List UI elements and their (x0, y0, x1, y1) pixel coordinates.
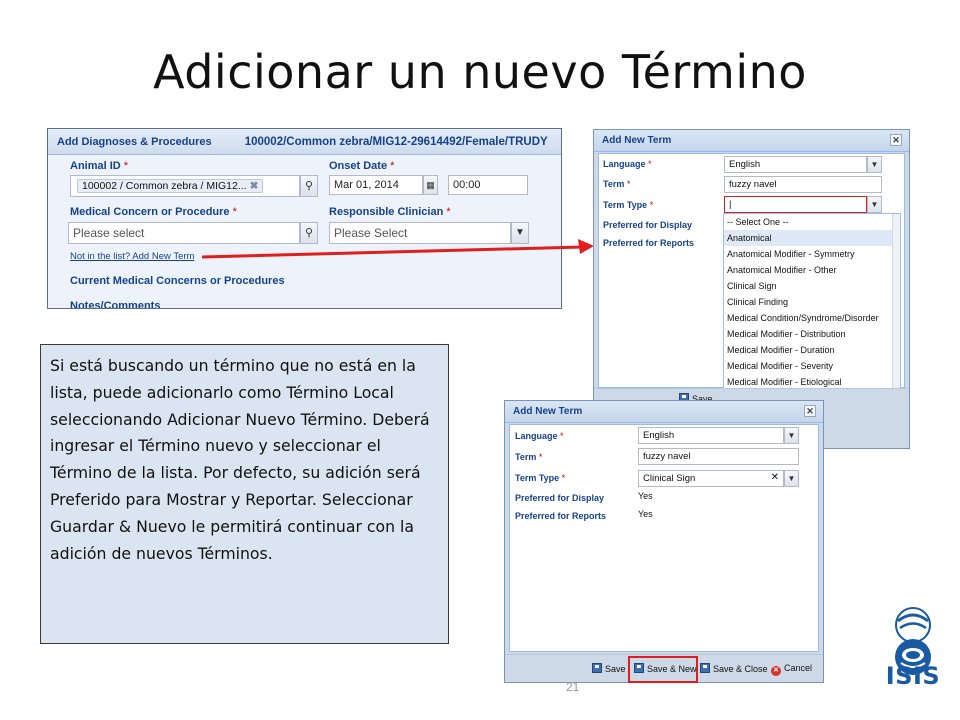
term-input[interactable]: fuzzy navel (638, 448, 799, 465)
term-label: Term * (603, 179, 631, 189)
onset-time-field[interactable]: 00:00 (448, 175, 528, 195)
dropdown-option[interactable]: Anatomical Modifier - Other (724, 262, 900, 278)
save-close-button[interactable]: Save & Close (700, 663, 768, 674)
animal-id-label: Animal ID * (70, 160, 129, 172)
save-icon (592, 663, 602, 673)
instruction-text: Si está buscando un término que no está … (40, 344, 449, 644)
logo-text: ISIS (885, 662, 941, 690)
term-type-select[interactable]: Clinical Sign ✕ (638, 470, 784, 487)
add-new-term-window-filled: Add New Term ✕ Language * English ▼ Term… (504, 400, 824, 683)
window-header: Add New Term ✕ (505, 401, 823, 423)
panel-title: Add Diagnoses & Procedures (57, 136, 212, 148)
language-label: Language * (515, 431, 564, 441)
cancel-icon: ✕ (771, 666, 781, 676)
scrollbar[interactable] (892, 214, 900, 398)
clear-icon[interactable]: ✕ (771, 472, 779, 483)
window-body: Language * English ▼ Term * fuzzy navel … (509, 424, 819, 652)
preferred-reports-label: Preferred for Reports (515, 511, 607, 521)
window-footer: Save Save & New Save & Close ✕ Cancel (505, 654, 823, 683)
chevron-down-icon[interactable]: ▼ (867, 196, 882, 213)
window-title: Add New Term (513, 406, 583, 417)
save-new-highlight (628, 656, 698, 683)
chevron-down-icon[interactable]: ▼ (784, 470, 799, 487)
notes-label: Notes/Comments (70, 300, 161, 309)
dropdown-option[interactable]: Anatomical (724, 230, 900, 246)
add-new-term-link[interactable]: Not in the list? Add New Term (70, 251, 194, 262)
window-title: Add New Term (602, 135, 672, 146)
term-type-dropdown: -- Select One -- Anatomical Anatomical Mod… (723, 213, 901, 399)
dropdown-option[interactable]: Anatomical Modifier - Symmetry (724, 246, 900, 262)
arrow-icon (201, 239, 594, 259)
animal-summary: 100002/Common zebra/MIG12-29614492/Femal… (244, 136, 548, 148)
dropdown-option[interactable]: Medical Condition/Syndrome/Disorder (724, 310, 900, 326)
calendar-icon[interactable]: ▦ (423, 175, 438, 195)
onset-date-field[interactable]: Mar 01, 2014 (329, 175, 423, 195)
language-select[interactable]: English (638, 427, 784, 444)
preferred-display-label: Preferred for Display (603, 220, 693, 230)
preferred-display-label: Preferred for Display (515, 493, 605, 503)
current-concerns-label: Current Medical Concerns or Procedures (70, 275, 285, 287)
cancel-button[interactable]: ✕ Cancel (771, 663, 812, 676)
dropdown-option[interactable]: Medical Modifier - Distribution (724, 326, 900, 342)
language-label: Language * (603, 159, 652, 169)
term-input[interactable]: fuzzy navel (724, 176, 882, 193)
animal-id-field[interactable]: 100002 / Common zebra / MIG12... ✖ (70, 175, 300, 197)
chevron-down-icon[interactable]: ▼ (867, 156, 882, 173)
window-header: Add New Term ✕ (594, 130, 909, 152)
term-type-label: Term Type * (515, 473, 566, 483)
remove-chip-icon[interactable]: ✖ (250, 180, 259, 192)
preferred-reports-label: Preferred for Reports (603, 238, 695, 248)
preferred-reports-value: Yes (638, 509, 653, 519)
search-icon[interactable]: ⚲ (300, 175, 318, 197)
dropdown-option[interactable]: Clinical Finding (724, 294, 900, 310)
save-button[interactable]: Save (592, 663, 626, 674)
animal-chip: 100002 / Common zebra / MIG12... ✖ (77, 179, 264, 193)
close-icon[interactable]: ✕ (890, 134, 902, 146)
onset-date-label: Onset Date * (329, 160, 395, 172)
term-label: Term * (515, 452, 543, 462)
term-type-select[interactable]: | (724, 196, 867, 213)
close-icon[interactable]: ✕ (804, 405, 816, 417)
add-diagnoses-panel: Add Diagnoses & Procedures 100002/Common… (47, 128, 562, 309)
term-type-label: Term Type * (603, 200, 654, 210)
dropdown-option[interactable]: Medical Modifier - Duration (724, 342, 900, 358)
clinician-label: Responsible Clinician * (329, 206, 451, 218)
concern-label: Medical Concern or Procedure * (70, 206, 237, 218)
save-icon (700, 663, 710, 673)
slide-title: Adicionar un nuevo Término (153, 45, 807, 99)
panel-header: Add Diagnoses & Procedures 100002/Common… (48, 129, 561, 155)
preferred-display-value: Yes (638, 491, 653, 501)
page-number: 21 (566, 680, 580, 694)
dropdown-option[interactable]: Medical Modifier - Severity (724, 358, 900, 374)
chevron-down-icon[interactable]: ▼ (784, 427, 799, 444)
dropdown-option[interactable]: -- Select One -- (724, 214, 900, 230)
language-select[interactable]: English (724, 156, 867, 173)
dropdown-option[interactable]: Clinical Sign (724, 278, 900, 294)
